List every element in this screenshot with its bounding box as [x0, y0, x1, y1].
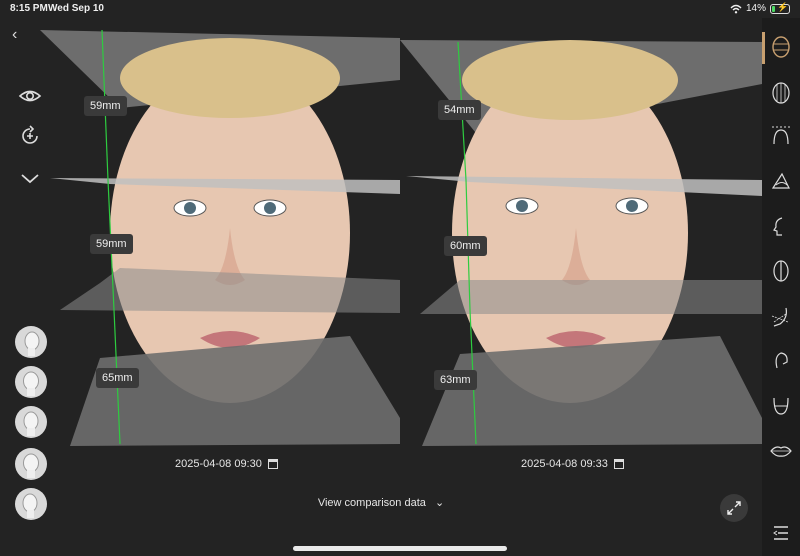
- chevron-down-icon[interactable]: [18, 166, 42, 190]
- view-comparison-button[interactable]: View comparison data ⌄: [0, 496, 762, 509]
- wifi-icon: [730, 4, 742, 13]
- jaw-lines-icon[interactable]: [768, 304, 794, 330]
- view-comparison-label: View comparison data: [317, 497, 426, 509]
- left-iris-l: [184, 202, 196, 214]
- hair-right: [462, 40, 678, 120]
- head-view-left-three-quarter[interactable]: [15, 448, 47, 480]
- face-viewer-right[interactable]: 54mm 60mm 63mm: [400, 18, 762, 448]
- face-scan-left: [40, 29, 400, 446]
- expand-button[interactable]: [720, 494, 748, 522]
- active-tool-indicator: [762, 32, 765, 64]
- mid-plane-bottom: [60, 268, 400, 313]
- menu-lines-icon[interactable]: [772, 526, 790, 540]
- head-left-three-quarter-icon: [23, 453, 39, 478]
- home-indicator: [293, 546, 507, 551]
- upper-third-label: 59mm: [84, 96, 127, 116]
- mid-plane-bottom-r: [420, 280, 762, 314]
- back-chevron-icon[interactable]: ‹: [12, 26, 17, 44]
- timestamp-left[interactable]: 2025-04-08 09:30: [175, 458, 278, 470]
- status-time: 8:15 PM: [10, 3, 48, 14]
- right-toolbar: [762, 18, 800, 556]
- timestamp-right[interactable]: 2025-04-08 09:33: [521, 458, 624, 470]
- half-face-icon[interactable]: [768, 258, 794, 284]
- battery-fill: [772, 5, 775, 12]
- timestamp-left-text: 2025-04-08 09:30: [175, 458, 262, 470]
- eye-icon[interactable]: [18, 84, 42, 108]
- upper-third-label-r: 54mm: [438, 100, 481, 120]
- right-iris-l: [264, 202, 276, 214]
- add-rotate-icon[interactable]: [18, 124, 42, 148]
- expand-icon: [727, 501, 741, 515]
- calendar-icon: [267, 459, 278, 469]
- timestamp-right-text: 2025-04-08 09:33: [521, 458, 608, 470]
- calendar-icon-r: [613, 459, 624, 469]
- lower-plane-r: [422, 336, 762, 446]
- face-profile-icon[interactable]: [768, 214, 794, 240]
- lips-icon[interactable]: [768, 438, 794, 464]
- hair-left: [120, 38, 340, 118]
- right-iris-r: [626, 200, 638, 212]
- lower-third-label-r: 63mm: [434, 370, 477, 390]
- status-date: Wed Sep 10: [48, 3, 104, 14]
- head-mesh-icon[interactable]: [768, 80, 794, 106]
- battery-icon: ⚡: [770, 1, 790, 14]
- face-viewer-left[interactable]: 59mm 59mm 65mm: [40, 18, 400, 448]
- battery-percent: 14%: [745, 3, 766, 14]
- left-iris-r: [516, 200, 528, 212]
- ear-icon[interactable]: [768, 348, 794, 374]
- face-outline-grid-icon[interactable]: [768, 34, 794, 60]
- nose-icon[interactable]: [768, 168, 794, 194]
- status-right: 14% ⚡: [730, 1, 790, 14]
- charging-icon: ⚡: [777, 1, 789, 12]
- lower-third-label: 65mm: [96, 368, 139, 388]
- middle-third-label: 59mm: [90, 234, 133, 254]
- chin-icon[interactable]: [768, 392, 794, 418]
- forehead-contour-icon[interactable]: [768, 124, 794, 150]
- chevron-down-small-icon: ⌄: [434, 497, 445, 509]
- middle-third-label-r: 60mm: [444, 236, 487, 256]
- status-bar: 8:15 PM Wed Sep 10 14% ⚡: [0, 0, 800, 18]
